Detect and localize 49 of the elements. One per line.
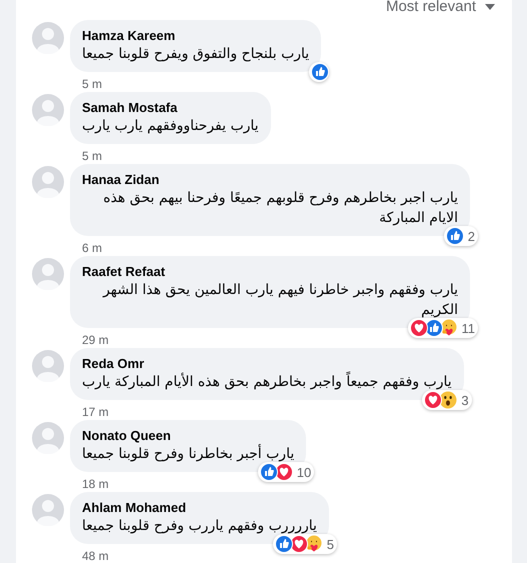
like-icon bbox=[446, 227, 464, 245]
author-name[interactable]: Samah Mostafa bbox=[82, 100, 178, 116]
reaction-summary[interactable]: 2 bbox=[444, 226, 478, 246]
author-name[interactable]: Hamza Kareem bbox=[82, 28, 176, 44]
reaction-count: 3 bbox=[461, 392, 469, 408]
author-name[interactable]: Nonato Queen bbox=[82, 428, 171, 444]
like-icon bbox=[311, 63, 330, 81]
surprised-emoji-icon bbox=[439, 391, 458, 409]
reaction-count: 5 bbox=[326, 536, 334, 552]
author-name[interactable]: Reda Omr bbox=[82, 356, 144, 372]
sort-dropdown[interactable]: Most relevant bbox=[386, 0, 496, 14]
comment-time[interactable]: 18 m bbox=[82, 477, 109, 491]
like-icon bbox=[260, 463, 278, 481]
comment-time[interactable]: 5 m bbox=[82, 149, 102, 163]
reaction-summary[interactable]: 5 bbox=[272, 534, 337, 554]
comment-time[interactable]: 5 m bbox=[82, 77, 102, 91]
reaction-summary[interactable] bbox=[309, 62, 330, 82]
comment-time[interactable]: 29 m bbox=[82, 333, 109, 347]
avatar-icon[interactable] bbox=[32, 494, 64, 526]
comment-time[interactable]: 17 m bbox=[82, 405, 109, 419]
comment-text: يارب وفقهم واجبر خاطرنا فيهم يارب العالمين يحق هذا الشهر الكريم bbox=[102, 281, 458, 320]
avatar-icon[interactable] bbox=[32, 166, 64, 198]
reaction-summary[interactable]: 11 bbox=[408, 318, 478, 338]
comment-time[interactable]: 6 m bbox=[82, 241, 102, 255]
author-name[interactable]: Hanaa Zidan bbox=[82, 172, 160, 188]
reaction-summary[interactable]: 10 bbox=[258, 462, 314, 482]
comment-text: ياررررب وفقهم ياررب وفرح قلوبنا جميعا bbox=[82, 517, 317, 536]
like-icon bbox=[424, 319, 442, 337]
caret-icon bbox=[484, 3, 496, 11]
avatar-icon[interactable] bbox=[32, 94, 64, 126]
avatar-icon[interactable] bbox=[32, 422, 64, 454]
comment-time[interactable]: 48 m bbox=[82, 549, 109, 563]
avatar-icon[interactable] bbox=[32, 22, 64, 54]
comment-text: يارب يفرحناووفقهم يارب يارب bbox=[82, 117, 259, 136]
comment-text: يارب أجبر بخاطرنا وفرح قلوبنا جميعا bbox=[82, 444, 294, 464]
reaction-count: 10 bbox=[296, 464, 312, 480]
hug-emoji-icon bbox=[304, 535, 323, 553]
comment-text: يارب اجبر بخاطرهم وفرح قلوبهم جميعًا وفرحنا بيهم بحق هذه الايام المباركة bbox=[102, 189, 458, 228]
hug-emoji-icon bbox=[440, 319, 458, 337]
avatar-icon[interactable] bbox=[32, 350, 64, 382]
reaction-count: 11 bbox=[462, 320, 475, 336]
author-name[interactable]: Raafet Refaat bbox=[82, 264, 166, 280]
comment-text: يارب بلنجاح والتفوق ويفرح قلوبنا جميعا bbox=[82, 45, 310, 64]
comment-text: يارب وفقهم جميعاً واجبر بخاطرهم بحق هذه الأيام المباركة يارب bbox=[82, 372, 452, 392]
avatar-icon[interactable] bbox=[32, 258, 64, 290]
like-icon bbox=[274, 535, 293, 553]
reaction-summary[interactable]: 3 bbox=[422, 390, 472, 410]
reaction-count: 2 bbox=[468, 228, 475, 244]
author-name[interactable]: Ahlam Mohamed bbox=[82, 500, 186, 516]
